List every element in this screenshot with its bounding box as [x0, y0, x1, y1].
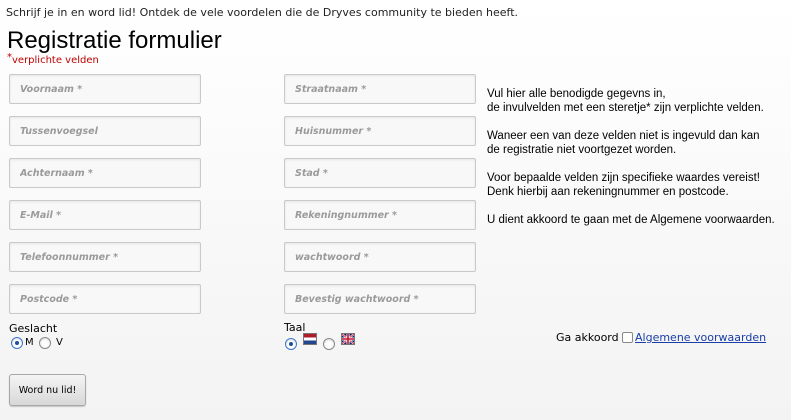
- intro-text: Schrijf je in en word lid! Ontdek de vel…: [6, 6, 519, 19]
- help-line: Denk hierbij aan rekeningnummer en postc…: [487, 186, 729, 198]
- terms-link[interactable]: Algemene voorwaarden: [635, 331, 766, 344]
- help-line: de invulvelden met een steretje* zijn ve…: [487, 102, 764, 114]
- help-text: Vul hier alle benodigde gegevns in, de in…: [487, 87, 775, 241]
- netherlands-flag-icon: [303, 333, 317, 345]
- page-title: Registratie formulier: [7, 27, 222, 54]
- terms-checkbox[interactable]: [622, 332, 633, 343]
- language-en-radio[interactable]: [323, 338, 335, 350]
- email-field[interactable]: [9, 200, 201, 230]
- gender-label: Geslacht: [9, 322, 58, 335]
- house-number-field[interactable]: [284, 116, 476, 146]
- required-note: *verplichte velden: [7, 52, 99, 66]
- postcode-field[interactable]: [9, 284, 201, 314]
- terms-prefix: Ga akkoord: [556, 331, 619, 344]
- language-nl-radio[interactable]: [285, 338, 297, 350]
- first-name-field[interactable]: [9, 74, 201, 104]
- uk-flag-icon: [341, 333, 355, 345]
- confirm-password-field[interactable]: [284, 284, 476, 314]
- help-line: de registratie niet voortgezet worden.: [487, 144, 677, 156]
- help-line: Vul hier alle benodigde gegevns in,: [487, 88, 666, 100]
- password-field[interactable]: [284, 242, 476, 272]
- gender-v-label: V: [56, 337, 63, 348]
- required-star: *: [7, 52, 12, 63]
- phone-field[interactable]: [9, 242, 201, 272]
- gender-v-radio[interactable]: [39, 337, 51, 349]
- infix-field[interactable]: [9, 116, 201, 146]
- bank-account-field[interactable]: [284, 200, 476, 230]
- street-field[interactable]: [284, 74, 476, 104]
- city-field[interactable]: [284, 158, 476, 188]
- required-note-text: verplichte velden: [12, 55, 99, 66]
- gender-m-label: M: [25, 337, 34, 348]
- submit-button[interactable]: Word nu lid!: [9, 374, 86, 406]
- help-line: Voor bepaalde velden zijn specifieke waa…: [487, 172, 760, 184]
- gender-m-radio[interactable]: [11, 337, 23, 349]
- help-line: U dient akkoord te gaan met de Algemene …: [487, 214, 775, 226]
- last-name-field[interactable]: [9, 158, 201, 188]
- help-line: Waneer een van deze velden niet is ingev…: [487, 130, 760, 142]
